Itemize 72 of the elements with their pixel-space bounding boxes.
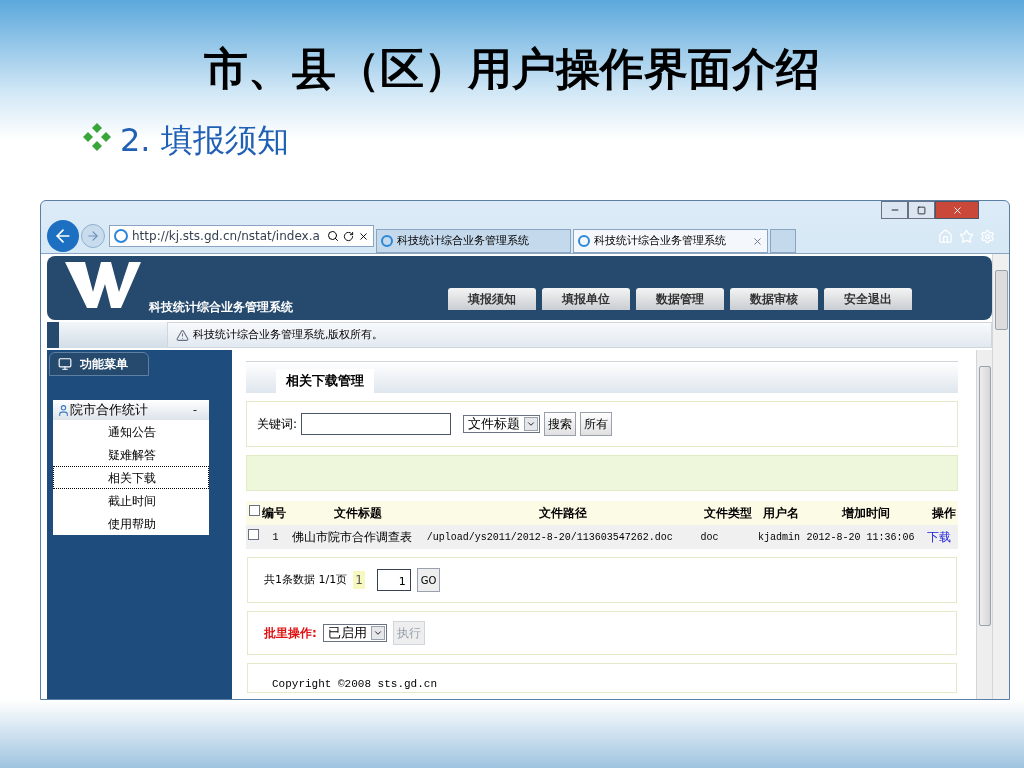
search-button[interactable]: 搜索 <box>544 412 577 436</box>
menu-item[interactable]: 使用帮助 <box>53 512 209 535</box>
bullet-icon <box>82 122 112 152</box>
user-icon <box>57 403 70 417</box>
table-cell: 佛山市院市合作调查表 <box>290 525 426 549</box>
column-header: 编号 <box>260 501 291 525</box>
slide-title: 市、县（区）用户操作界面介绍 <box>204 42 820 96</box>
menu-item[interactable]: 通知公告 <box>53 420 209 443</box>
refresh-icon[interactable] <box>343 230 354 242</box>
page-field[interactable]: 1 <box>376 569 411 591</box>
column-header: 文件标题 <box>290 501 426 525</box>
nav-button[interactable]: 数据审核 <box>730 288 818 310</box>
maximize-icon <box>917 205 926 215</box>
address-bar[interactable]: http://kj.sts.gd.cn/nstat/index.a <box>109 225 374 247</box>
keyword-label: 关键词: <box>257 416 298 433</box>
checkbox[interactable] <box>248 504 260 516</box>
menu-item[interactable]: 疑难解答 <box>53 443 209 466</box>
dropdown-icon <box>526 419 537 429</box>
warning-icon <box>176 328 189 342</box>
batch-label: 批里操作: <box>264 625 317 642</box>
close-tab-icon[interactable] <box>752 235 763 247</box>
browser-logo-icon <box>114 229 128 243</box>
search-button[interactable]: 所有 <box>580 412 613 436</box>
column-header: 文件路径 <box>425 501 700 525</box>
table-cell: doc <box>699 525 757 549</box>
url-text: http://kj.sts.gd.cn/nstat/index.a <box>132 228 320 245</box>
column-header: 用户名 <box>756 501 806 525</box>
column-header: 操作 <box>927 501 958 525</box>
menu-item[interactable]: 相关下载 <box>53 466 209 489</box>
back-button[interactable] <box>47 220 79 252</box>
status-select[interactable]: 已启用 <box>322 624 387 642</box>
table-cell: kjadmin <box>756 525 806 549</box>
table-cell: 2012-8-20 11:36:06 <box>805 525 928 549</box>
download-link[interactable]: 下载 <box>927 529 952 544</box>
slide-heading: 2. 填报须知 <box>120 120 289 161</box>
sidebar-title: 功能菜单 <box>80 356 128 373</box>
monitor-icon <box>58 357 72 371</box>
nav-button[interactable]: 安全退出 <box>824 288 912 310</box>
browser-tab[interactable]: 科技统计综合业务管理系统 <box>573 229 768 253</box>
page-summary: 共1条数据 1/1页 <box>264 571 348 588</box>
table-cell: /upload/ys2011/2012-8-20/113603547262.doc <box>425 525 700 549</box>
keyword-field[interactable] <box>301 413 452 435</box>
collapse-toggle[interactable]: - <box>193 401 197 419</box>
table-cell: 1 <box>260 525 291 549</box>
browser-logo-icon <box>381 235 393 247</box>
current-page[interactable]: 1 <box>353 571 365 589</box>
system-name: 科技统计综合业务管理系统 <box>149 299 293 316</box>
menu-group-header[interactable]: 院市合作统计 - <box>53 400 209 420</box>
browser-logo-icon <box>578 235 590 247</box>
browser-tab[interactable]: 科技统计综合业务管理系统 <box>376 229 571 253</box>
field-select[interactable]: 文件标题 <box>463 415 541 433</box>
nav-button[interactable]: 填报单位 <box>542 288 630 310</box>
menu-group-label: 院市合作统计 <box>70 401 148 420</box>
tab-title: 科技统计综合业务管理系统 <box>397 232 529 249</box>
dropdown-icon <box>372 628 383 638</box>
stop-icon[interactable] <box>358 230 369 242</box>
checkbox[interactable] <box>248 528 259 540</box>
menu-item[interactable]: 截止时间 <box>53 489 209 512</box>
maximize-button[interactable] <box>908 201 935 219</box>
notice-text: 科技统计综合业务管理系统,版权所有。 <box>193 326 384 343</box>
close-icon <box>951 204 963 216</box>
nav-button[interactable]: 数据管理 <box>636 288 724 310</box>
inner-scrollbar[interactable] <box>976 350 992 699</box>
tab-title: 科技统计综合业务管理系统 <box>594 232 726 249</box>
search-icon[interactable] <box>327 230 339 242</box>
copyright-text: Copyright ©2008 sts.gd.cn <box>272 676 438 692</box>
go-button[interactable]: GO <box>416 568 441 592</box>
column-header: 增加时间 <box>805 501 928 525</box>
nav-button[interactable]: 填报须知 <box>448 288 536 310</box>
page-scrollbar[interactable] <box>992 254 1009 699</box>
column-header: 文件类型 <box>699 501 757 525</box>
minimize-button[interactable] <box>881 201 908 219</box>
